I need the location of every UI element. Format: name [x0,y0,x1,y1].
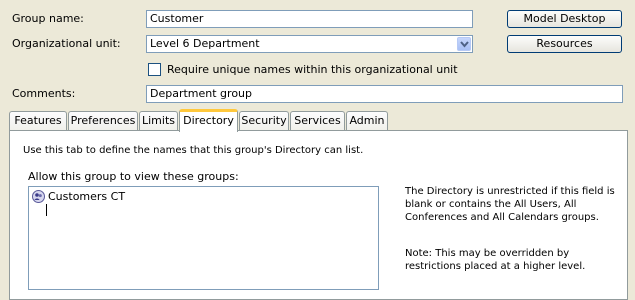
resources-button[interactable]: Resources [507,35,622,53]
comments-input[interactable]: Department group [146,85,623,103]
info-unrestricted-line2: blank or contains the All Users, All [405,199,577,210]
info-unrestricted-line1: The Directory is unrestricted if this fi… [405,186,615,197]
tab-admin[interactable]: Admin [346,111,388,131]
tab-directory[interactable]: Directory [179,109,238,132]
group-icon [32,190,45,203]
chevron-down-icon[interactable] [457,37,471,51]
require-unique-checkbox[interactable] [148,63,161,76]
group-name-label: Group name: [12,12,84,25]
tab-features[interactable]: Features [9,111,67,131]
model-desktop-button[interactable]: Model Desktop [507,10,622,28]
org-unit-selected-value: Level 6 Department [150,37,260,50]
tab-services[interactable]: Services [290,111,345,131]
allow-groups-label: Allow this group to view these groups: [28,170,239,183]
tab-limits[interactable]: Limits [139,111,178,131]
info-note-line1: Note: This may be overridden by [405,248,570,259]
org-unit-select[interactable]: Level 6 Department [146,35,473,53]
text-cursor [46,204,47,216]
group-name-input[interactable]: Customer [146,10,473,28]
comments-label: Comments: [12,87,76,100]
tab-preferences[interactable]: Preferences [68,111,138,131]
directory-description: Use this tab to define the names that th… [23,145,364,156]
require-unique-label: Require unique names within this organiz… [167,63,458,76]
allowed-groups-list[interactable]: Customers CT [28,186,379,290]
tab-security[interactable]: Security [239,111,289,131]
group-properties-window: { "form": { "group_name_label": "Group n… [0,0,635,300]
list-item-label: Customers CT [48,190,126,203]
org-unit-label: Organizational unit: [12,37,121,50]
info-note-line2: restrictions placed at a higher level. [405,261,586,272]
info-unrestricted-line3: Conferences and All Calendars groups. [405,212,599,223]
